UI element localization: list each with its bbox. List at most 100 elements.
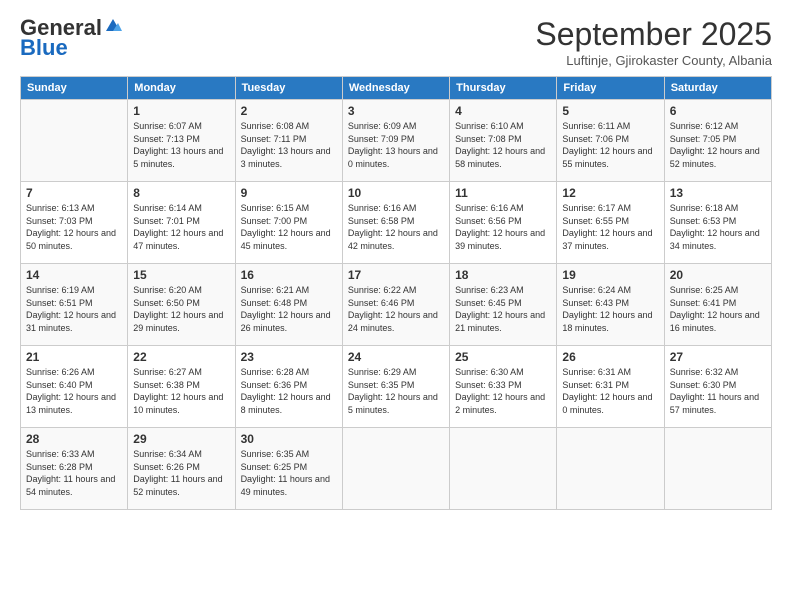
day-cell: 18Sunrise: 6:23 AMSunset: 6:45 PMDayligh… — [450, 264, 557, 346]
day-cell: 6Sunrise: 6:12 AMSunset: 7:05 PMDaylight… — [664, 100, 771, 182]
day-info: Sunrise: 6:07 AMSunset: 7:13 PMDaylight:… — [133, 120, 229, 170]
day-info: Sunrise: 6:21 AMSunset: 6:48 PMDaylight:… — [241, 284, 337, 334]
day-info: Sunrise: 6:14 AMSunset: 7:01 PMDaylight:… — [133, 202, 229, 252]
day-info: Sunrise: 6:30 AMSunset: 6:33 PMDaylight:… — [455, 366, 551, 416]
header-row: Sunday Monday Tuesday Wednesday Thursday… — [21, 77, 772, 100]
day-info: Sunrise: 6:29 AMSunset: 6:35 PMDaylight:… — [348, 366, 444, 416]
week-row-4: 21 Sunrise: 6:26 AMSunset: 6:40 PMDayligh… — [21, 346, 772, 428]
title-block: September 2025 Luftinje, Gjirokaster Cou… — [535, 16, 772, 68]
day-number: 15 — [133, 268, 229, 282]
day-info: Sunrise: 6:15 AMSunset: 7:00 PMDaylight:… — [241, 202, 337, 252]
day-cell: 11 Sunrise: 6:16 AMSunset: 6:56 PMDayligh… — [450, 182, 557, 264]
day-number: 26 — [562, 350, 658, 364]
day-info: Sunrise: 6:34 AMSunset: 6:26 PMDaylight:… — [133, 448, 229, 498]
day-number: 21 — [26, 350, 122, 364]
day-info: Sunrise: 6:24 AMSunset: 6:43 PMDaylight:… — [562, 284, 658, 334]
day-cell: 4 Sunrise: 6:10 AMSunset: 7:08 PMDaylight… — [450, 100, 557, 182]
day-info: Sunrise: 6:22 AMSunset: 6:46 PMDaylight:… — [348, 284, 444, 334]
day-cell: 8 Sunrise: 6:14 AMSunset: 7:01 PMDaylight… — [128, 182, 235, 264]
day-cell: 14Sunrise: 6:19 AMSunset: 6:51 PMDayligh… — [21, 264, 128, 346]
day-info: Sunrise: 6:16 AMSunset: 6:58 PMDaylight:… — [348, 202, 444, 252]
col-wednesday: Wednesday — [342, 77, 449, 100]
day-info: Sunrise: 6:16 AMSunset: 6:56 PMDaylight:… — [455, 202, 551, 252]
day-info: Sunrise: 6:19 AMSunset: 6:51 PMDaylight:… — [26, 284, 122, 334]
day-number: 18 — [455, 268, 551, 282]
day-number: 7 — [26, 186, 122, 200]
day-cell: 19 Sunrise: 6:24 AMSunset: 6:43 PMDayligh… — [557, 264, 664, 346]
day-number: 13 — [670, 186, 766, 200]
day-cell: 9 Sunrise: 6:15 AMSunset: 7:00 PMDaylight… — [235, 182, 342, 264]
day-cell: 20Sunrise: 6:25 AMSunset: 6:41 PMDayligh… — [664, 264, 771, 346]
day-number: 17 — [348, 268, 444, 282]
day-info: Sunrise: 6:10 AMSunset: 7:08 PMDaylight:… — [455, 120, 551, 170]
col-saturday: Saturday — [664, 77, 771, 100]
day-cell: 25 Sunrise: 6:30 AMSunset: 6:33 PMDayligh… — [450, 346, 557, 428]
logo-blue: Blue — [20, 36, 68, 60]
day-info: Sunrise: 6:35 AMSunset: 6:25 PMDaylight:… — [241, 448, 337, 498]
day-info: Sunrise: 6:31 AMSunset: 6:31 PMDaylight:… — [562, 366, 658, 416]
day-cell: 2 Sunrise: 6:08 AMSunset: 7:11 PMDaylight… — [235, 100, 342, 182]
day-cell: 3 Sunrise: 6:09 AMSunset: 7:09 PMDaylight… — [342, 100, 449, 182]
week-row-2: 7 Sunrise: 6:13 AMSunset: 7:03 PMDaylight… — [21, 182, 772, 264]
col-tuesday: Tuesday — [235, 77, 342, 100]
day-cell: 23Sunrise: 6:28 AMSunset: 6:36 PMDayligh… — [235, 346, 342, 428]
day-info: Sunrise: 6:20 AMSunset: 6:50 PMDaylight:… — [133, 284, 229, 334]
day-number: 24 — [348, 350, 444, 364]
day-info: Sunrise: 6:08 AMSunset: 7:11 PMDaylight:… — [241, 120, 337, 170]
day-cell: 30 Sunrise: 6:35 AMSunset: 6:25 PMDayligh… — [235, 428, 342, 510]
day-cell: 1Sunrise: 6:07 AMSunset: 7:13 PMDaylight… — [128, 100, 235, 182]
day-number: 19 — [562, 268, 658, 282]
day-cell: 15 Sunrise: 6:20 AMSunset: 6:50 PMDayligh… — [128, 264, 235, 346]
col-monday: Monday — [128, 77, 235, 100]
day-cell: 12 Sunrise: 6:17 AMSunset: 6:55 PMDayligh… — [557, 182, 664, 264]
day-cell: 28Sunrise: 6:33 AMSunset: 6:28 PMDayligh… — [21, 428, 128, 510]
day-number: 28 — [26, 432, 122, 446]
day-number: 11 — [455, 186, 551, 200]
day-number: 27 — [670, 350, 766, 364]
day-cell: 22 Sunrise: 6:27 AMSunset: 6:38 PMDayligh… — [128, 346, 235, 428]
day-cell — [342, 428, 449, 510]
day-cell: 24 Sunrise: 6:29 AMSunset: 6:35 PMDayligh… — [342, 346, 449, 428]
day-cell — [664, 428, 771, 510]
day-cell: 16 Sunrise: 6:21 AMSunset: 6:48 PMDayligh… — [235, 264, 342, 346]
day-number: 23 — [241, 350, 337, 364]
day-info: Sunrise: 6:27 AMSunset: 6:38 PMDaylight:… — [133, 366, 229, 416]
day-number: 4 — [455, 104, 551, 118]
day-number: 5 — [562, 104, 658, 118]
day-info: Sunrise: 6:13 AMSunset: 7:03 PMDaylight:… — [26, 202, 122, 252]
day-info: Sunrise: 6:26 AMSunset: 6:40 PMDaylight:… — [26, 366, 122, 416]
day-cell: 29Sunrise: 6:34 AMSunset: 6:26 PMDayligh… — [128, 428, 235, 510]
day-cell: 7 Sunrise: 6:13 AMSunset: 7:03 PMDaylight… — [21, 182, 128, 264]
day-info: Sunrise: 6:18 AMSunset: 6:53 PMDaylight:… — [670, 202, 766, 252]
day-number: 8 — [133, 186, 229, 200]
header: General Blue September 2025 Luftinje, Gj… — [20, 16, 772, 68]
day-cell: 13 Sunrise: 6:18 AMSunset: 6:53 PMDayligh… — [664, 182, 771, 264]
logo: General Blue — [20, 16, 122, 60]
day-number: 16 — [241, 268, 337, 282]
day-number: 10 — [348, 186, 444, 200]
week-row-1: 1Sunrise: 6:07 AMSunset: 7:13 PMDaylight… — [21, 100, 772, 182]
month-title: September 2025 — [535, 16, 772, 53]
day-number: 22 — [133, 350, 229, 364]
day-number: 20 — [670, 268, 766, 282]
day-cell — [557, 428, 664, 510]
logo-icon — [104, 17, 122, 35]
location: Luftinje, Gjirokaster County, Albania — [535, 53, 772, 68]
page: General Blue September 2025 Luftinje, Gj… — [0, 0, 792, 612]
day-info: Sunrise: 6:32 AMSunset: 6:30 PMDaylight:… — [670, 366, 766, 416]
day-info: Sunrise: 6:17 AMSunset: 6:55 PMDaylight:… — [562, 202, 658, 252]
day-number: 3 — [348, 104, 444, 118]
day-cell — [21, 100, 128, 182]
col-sunday: Sunday — [21, 77, 128, 100]
col-thursday: Thursday — [450, 77, 557, 100]
day-number: 2 — [241, 104, 337, 118]
col-friday: Friday — [557, 77, 664, 100]
day-cell: 17 Sunrise: 6:22 AMSunset: 6:46 PMDayligh… — [342, 264, 449, 346]
day-info: Sunrise: 6:09 AMSunset: 7:09 PMDaylight:… — [348, 120, 444, 170]
day-number: 12 — [562, 186, 658, 200]
day-number: 25 — [455, 350, 551, 364]
day-info: Sunrise: 6:12 AMSunset: 7:05 PMDaylight:… — [670, 120, 766, 170]
day-number: 30 — [241, 432, 337, 446]
day-cell — [450, 428, 557, 510]
day-number: 9 — [241, 186, 337, 200]
